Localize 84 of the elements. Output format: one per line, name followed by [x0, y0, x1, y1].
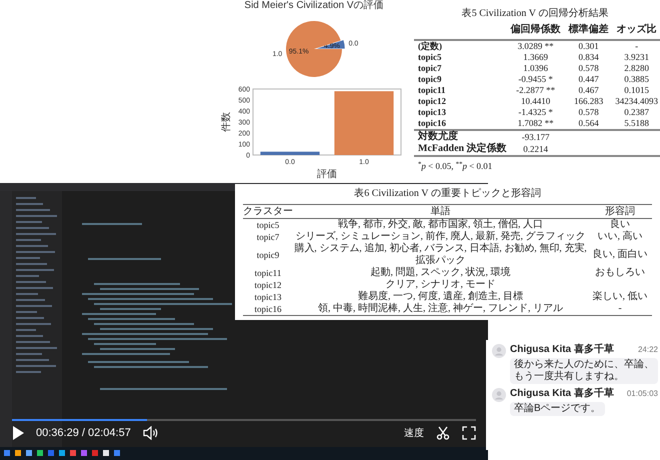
message-time: 01:05:03	[626, 388, 658, 400]
table-cell-text: topic7	[256, 231, 280, 243]
table-cell-text: -0.9455 *	[517, 74, 554, 85]
table-cell-text: 0.1015	[623, 85, 650, 96]
table-cell: 5.5188	[612, 118, 660, 130]
chart-title: Sid Meier's Civilization Vの評価	[244, 0, 384, 12]
table-cell: 領, 中毒, 時間泥棒, 人生, 注意, 神ゲー, フレンド, リアル	[293, 303, 588, 316]
table-cell: topic5	[243, 218, 293, 231]
table-cell: 0.301	[564, 40, 613, 52]
table-cell-text: 0.467	[577, 85, 600, 96]
x-axis-label: 評価	[317, 168, 337, 180]
table-cell-text: 1.0396	[522, 63, 549, 74]
table-cell-text: topic13	[254, 291, 282, 303]
table-cell-text: -1.4325 *	[517, 107, 554, 118]
table-cell: topic16	[243, 303, 293, 316]
row-label: topic5	[417, 52, 442, 63]
table-title: 表6 Civilization V の重要トピックと形容詞	[353, 188, 542, 200]
table-cell-text: 0.447	[577, 74, 600, 85]
bar	[260, 151, 320, 154]
play-button[interactable]	[12, 426, 24, 440]
table-cell: 難易度, 一つ, 何度, 遺産, 創造主, 目標	[293, 291, 588, 303]
table-cell: いい, 高い	[598, 231, 642, 242]
speed-button[interactable]: 速度	[404, 426, 424, 441]
column-header: 標準偏差	[564, 24, 613, 40]
table-cell-text: 3.9231	[623, 52, 650, 63]
table-cell-text: 0.834	[577, 52, 600, 63]
table-cell: 良い, 面白い	[592, 249, 648, 260]
column-header: 単語	[293, 204, 588, 218]
table-cell: -	[618, 303, 622, 314]
table-cell-text: 0.578	[577, 63, 600, 74]
column-header: 偏回帰係数	[506, 24, 565, 40]
table-cell-text: 2.8280	[623, 63, 650, 74]
significance-note: $^{*}$p < 0.05, $^{**}$p < 0.01	[417, 161, 494, 172]
row-label: (定数)	[414, 40, 507, 52]
table-cell-text: 0.2387	[623, 107, 650, 118]
table-cell: 3.0289 **	[506, 40, 565, 52]
table-cell: クリア, シナリオ, モード	[293, 279, 588, 291]
fullscreen-icon[interactable]	[462, 426, 476, 440]
table-cell-text: 0.578	[577, 107, 600, 118]
table-cell-text: topic9	[256, 249, 280, 262]
table-cell-text: 起動, 問題, スペック, 状況, 環境	[370, 267, 512, 279]
author-name: Chigusa Kita 喜多千草	[510, 388, 614, 400]
table-cell-text: 購入, システム, 追加, 初心者, バランス, 日本語, お勧め, 無印, 充実, 拡張パック	[293, 243, 588, 266]
table-title: 表5 Civilization V の回帰分析結果	[460, 8, 610, 20]
row-label: McFadden 決定係数	[414, 143, 507, 156]
table-cell: -	[612, 40, 660, 52]
table-cell: 0.564	[564, 118, 613, 130]
column-header: オッズ比	[612, 24, 660, 40]
bar	[334, 90, 394, 154]
row-label: topic13	[417, 107, 447, 118]
column-header: クラスター	[243, 205, 293, 218]
table-cell-text: 1.3669	[522, 52, 549, 63]
avatar-icon	[492, 344, 506, 358]
table-cell: 楽しい, 低い	[592, 291, 648, 302]
table-cell-text: 34234.4093	[614, 96, 659, 107]
table-cell-text: 10.4410	[520, 96, 552, 107]
message-bubble: 後から来た人のために、卒論、もう一度共有しますね。	[510, 358, 658, 384]
message-bubble: 卒論Bページです。	[510, 402, 605, 416]
row-label: topic16	[414, 118, 507, 130]
row-label: topic7	[417, 63, 442, 74]
table-cell: 戦争, 都市, 外交, 敵, 都市国家, 領土, 僧侶, 人口	[293, 218, 588, 231]
table-cell-text: topic11	[254, 267, 282, 279]
row-label: topic9	[417, 74, 442, 85]
table-cell: 0.2214	[506, 143, 565, 156]
volume-button[interactable]	[142, 426, 159, 440]
table-cell-text: topic12	[254, 279, 282, 291]
table-cell-text: 0.3885	[623, 74, 650, 85]
playback-time: 00:36:29 / 02:04:57	[36, 426, 131, 441]
table-cell: -93.177	[506, 130, 565, 143]
table-cell: おもしろい	[595, 267, 645, 278]
avatar-icon	[492, 388, 506, 402]
table-cell-text: シリーズ, シミュレーション, 前作, 廃人, 最新, 発売, グラフィック	[294, 231, 586, 242]
table-cell-text: 166.283	[572, 96, 604, 107]
author-name: Chigusa Kita 喜多千草	[510, 344, 614, 356]
table-cell: 1.7082 **	[506, 118, 565, 130]
message-time: 24:22	[638, 344, 658, 356]
row-label: topic12	[417, 96, 447, 107]
table-cell-text: -2.2877 **	[515, 85, 556, 96]
y-axis-label: 件数	[221, 112, 232, 132]
scissors-icon[interactable]	[436, 426, 450, 440]
row-label: topic11	[417, 85, 447, 96]
row-label: 対数尤度	[414, 130, 507, 143]
column-header: 形容詞	[588, 204, 652, 218]
table-cell: 良い	[610, 219, 630, 230]
